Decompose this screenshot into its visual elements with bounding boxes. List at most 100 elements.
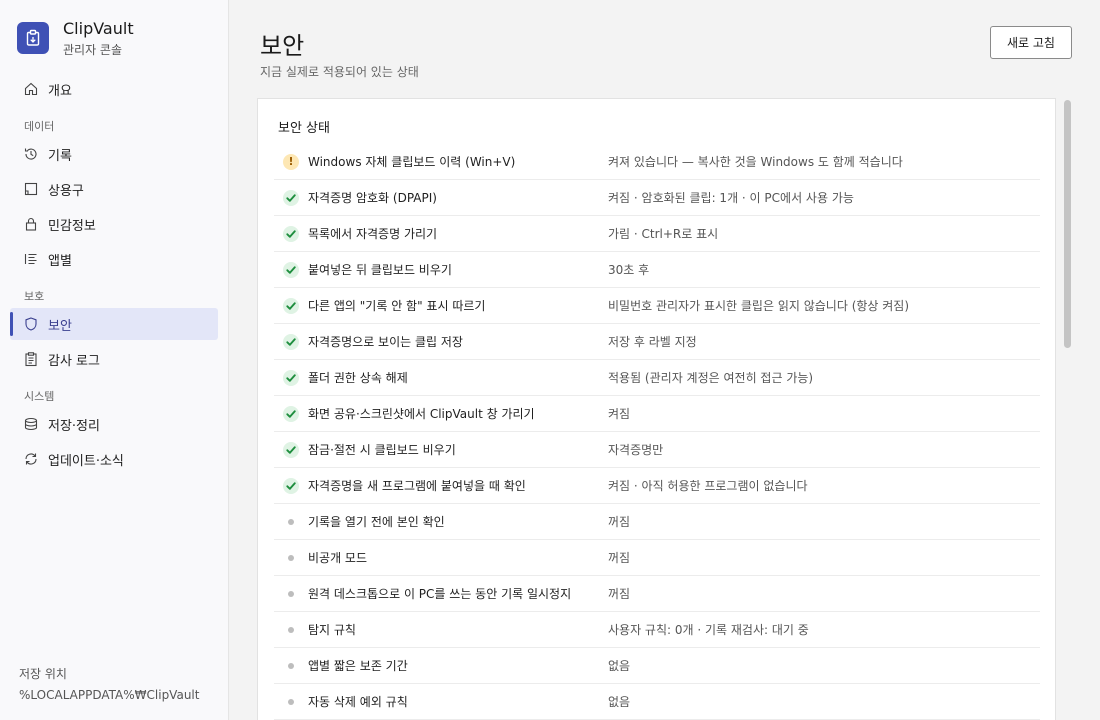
status-cell: [274, 333, 308, 350]
refresh-button[interactable]: 새로 고침: [990, 26, 1072, 59]
status-row: 자동 삭제 예외 규칙 없음: [274, 684, 1040, 720]
status-row: 자격증명으로 보이는 클립 저장 저장 후 라벨 지정: [274, 324, 1040, 360]
app-name: ClipVault: [63, 19, 134, 38]
setting-value: 켜짐: [608, 407, 631, 421]
setting-label: 기록을 열기 전에 본인 확인: [308, 515, 445, 529]
setting-label: 자동 삭제 예외 규칙: [308, 695, 408, 709]
status-cell: [274, 189, 308, 206]
card-title: 보안 상태: [278, 121, 330, 136]
setting-value: 꺼짐: [608, 587, 631, 601]
setting-value: 켜짐 · 암호화된 클립: 1개 · 이 PC에서 사용 가능: [608, 191, 854, 205]
status-cell: [274, 518, 308, 525]
check-icon: [283, 225, 299, 242]
status-row: 목록에서 자격증명 가리기 가림 · Ctrl+R로 표시: [274, 216, 1040, 252]
sidebar-item-label: 개요: [48, 83, 72, 99]
status-list: ! Windows 자체 클립보드 이력 (Win+V) 켜져 있습니다 — 복사한…: [274, 144, 1040, 720]
status-row: 기록을 열기 전에 본인 확인 꺼짐: [274, 504, 1040, 540]
setting-label: 자격증명으로 보이는 클립 저장: [308, 335, 463, 349]
setting-label: 비공개 모드: [308, 551, 368, 565]
sidebar-item-label: 상용구: [48, 183, 84, 199]
app-subtitle: 관리자 콘솔: [63, 43, 123, 57]
check-icon: [283, 189, 299, 206]
sidebar-item-security[interactable]: 보안: [10, 308, 218, 340]
status-row: 비공개 모드 꺼짐: [274, 540, 1040, 576]
clipboard-logo-icon: [17, 22, 49, 54]
setting-value: 30초 후: [608, 263, 650, 277]
scrollbar-thumb[interactable]: [1064, 100, 1071, 348]
inactive-dot-icon: [288, 590, 294, 597]
setting-value: 꺼짐: [608, 515, 631, 529]
inactive-dot-icon: [288, 662, 294, 669]
setting-value: 켜짐 · 아직 허용한 프로그램이 없습니다: [608, 479, 808, 493]
brand: ClipVault 관리자 콘솔: [17, 18, 134, 59]
storage-location: 저장 위치 %LOCALAPPDATA%₩ClipVault: [19, 664, 199, 706]
sidebar-item-label: 저장·정리: [48, 418, 100, 434]
setting-label: 목록에서 자격증명 가리기: [308, 227, 438, 241]
status-cell: [274, 369, 308, 386]
list-icon: [22, 250, 40, 268]
status-cell: [274, 441, 308, 458]
setting-label: 앱별 짧은 보존 기간: [308, 659, 408, 673]
setting-label: 다른 앱의 "기록 안 함" 표시 따르기: [308, 299, 486, 313]
sidebar-item-label: 보안: [48, 318, 72, 334]
sidebar-item-sensitive[interactable]: 민감정보: [10, 208, 218, 240]
database-icon: [22, 415, 40, 433]
setting-value: 꺼짐: [608, 551, 631, 565]
inactive-dot-icon: [288, 518, 294, 525]
warning-icon: !: [283, 153, 299, 170]
status-cell: [274, 590, 308, 597]
status-row: 폴더 권한 상속 해제 적용됨 (관리자 계정은 여전히 접근 가능): [274, 360, 1040, 396]
snippet-icon: [22, 180, 40, 198]
status-row: 탐지 규칙 사용자 규칙: 0개 · 기록 재검사: 대기 중: [274, 612, 1040, 648]
inactive-dot-icon: [288, 626, 294, 633]
status-cell: [274, 405, 308, 422]
sidebar-item-overview[interactable]: 개요: [10, 73, 218, 105]
status-row: ! Windows 자체 클립보드 이력 (Win+V) 켜져 있습니다 — 복사한…: [274, 144, 1040, 180]
sidebar-item-updates-news[interactable]: 업데이트·소식: [10, 443, 218, 475]
check-icon: [283, 333, 299, 350]
setting-value: 사용자 규칙: 0개 · 기록 재검사: 대기 중: [608, 623, 809, 637]
sidebar-item-label: 기록: [48, 148, 72, 164]
status-cell: [274, 477, 308, 494]
sidebar-item-snippets[interactable]: 상용구: [10, 173, 218, 205]
page-title: 보안: [260, 32, 305, 60]
status-row: 화면 공유·스크린샷에서 ClipVault 창 가리기 켜짐: [274, 396, 1040, 432]
sidebar: ClipVault 관리자 콘솔 개요 데이터 기록 상용구 민감정보 앱별 보…: [0, 0, 229, 720]
check-icon: [283, 477, 299, 494]
sync-icon: [22, 450, 40, 468]
setting-label: 잠금·절전 시 클립보드 비우기: [308, 443, 456, 457]
status-row: 붙여넣은 뒤 클립보드 비우기 30초 후: [274, 252, 1040, 288]
storage-path: %LOCALAPPDATA%₩ClipVault: [19, 688, 200, 702]
status-cell: [274, 554, 308, 561]
status-row: 다른 앱의 "기록 안 함" 표시 따르기 비밀번호 관리자가 표시한 클립은 읽…: [274, 288, 1040, 324]
sidebar-item-label: 민감정보: [48, 218, 96, 234]
setting-value: 저장 후 라벨 지정: [608, 335, 697, 349]
sidebar-item-per-app[interactable]: 앱별: [10, 243, 218, 275]
main-content: 보안 지금 실제로 적용되어 있는 상태 새로 고침 보안 상태 ! Window…: [229, 0, 1100, 720]
home-icon: [22, 80, 40, 98]
setting-label: 폴더 권한 상속 해제: [308, 371, 408, 385]
storage-label: 저장 위치: [19, 667, 67, 681]
setting-label: 원격 데스크톱으로 이 PC를 쓰는 동안 기록 일시정지: [308, 587, 572, 601]
history-icon: [22, 145, 40, 163]
setting-label: 자격증명 암호화 (DPAPI): [308, 191, 437, 205]
setting-label: Windows 자체 클립보드 이력 (Win+V): [308, 155, 516, 169]
setting-label: 자격증명을 새 프로그램에 붙여넣을 때 확인: [308, 479, 526, 493]
nav-section-data: 데이터: [24, 120, 55, 133]
inactive-dot-icon: [288, 554, 294, 561]
scrollbar[interactable]: [1063, 98, 1072, 720]
status-cell: [274, 626, 308, 633]
sidebar-item-audit-log[interactable]: 감사 로그: [10, 343, 218, 375]
check-icon: [283, 261, 299, 278]
sidebar-item-label: 감사 로그: [48, 353, 100, 369]
setting-label: 붙여넣은 뒤 클립보드 비우기: [308, 263, 452, 277]
clipboard-list-icon: [22, 350, 40, 368]
check-icon: [283, 405, 299, 422]
status-cell: [274, 662, 308, 669]
status-cell: [274, 261, 308, 278]
sidebar-item-history[interactable]: 기록: [10, 138, 218, 170]
status-row: 원격 데스크톱으로 이 PC를 쓰는 동안 기록 일시정지 꺼짐: [274, 576, 1040, 612]
nav-section-protection: 보호: [24, 290, 45, 303]
sidebar-item-storage-cleanup[interactable]: 저장·정리: [10, 408, 218, 440]
nav-section-system: 시스템: [24, 390, 55, 403]
